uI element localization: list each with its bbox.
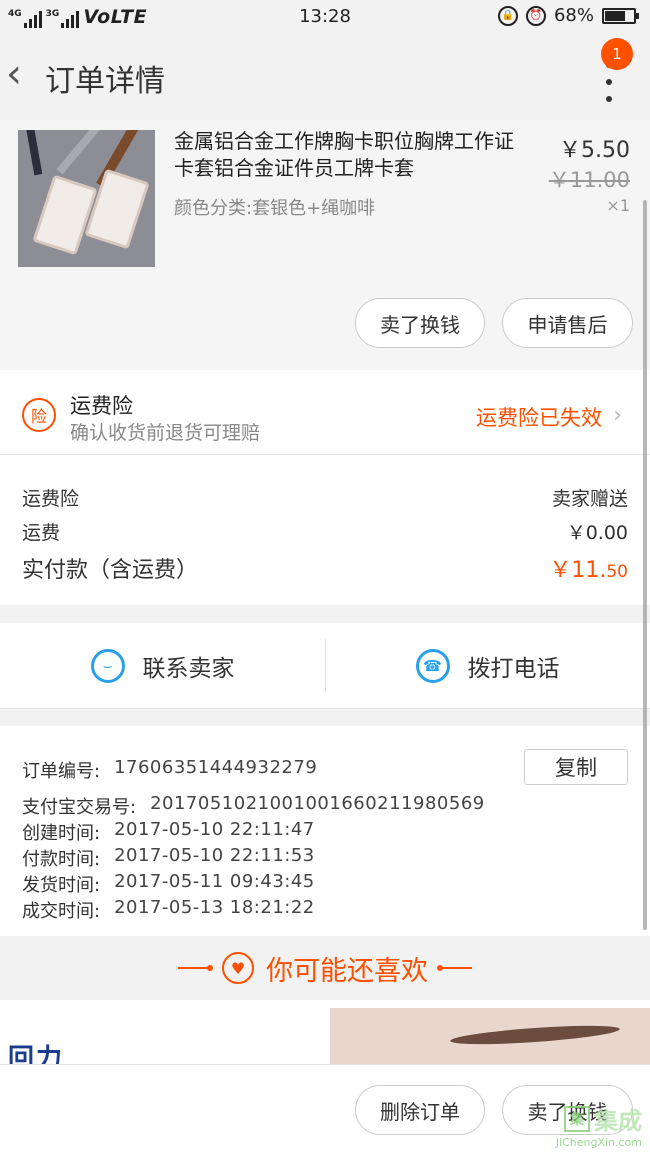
total-label: 实付款（含运费） bbox=[22, 558, 199, 583]
total-row: 实付款（含运费） ￥11.50 bbox=[22, 552, 628, 584]
total-cents: 50 bbox=[606, 562, 628, 582]
info-label: 订单编号: bbox=[22, 761, 101, 782]
fee-value: ￥0.00 bbox=[566, 522, 628, 544]
info-value: 2017-05-10 22:11:53 bbox=[114, 845, 315, 866]
brand-logo: 回力 bbox=[8, 1044, 65, 1064]
back-chevron-icon[interactable]: ‹ bbox=[6, 54, 22, 94]
order-number-row: 订单编号: 17606351444932279 bbox=[22, 757, 317, 783]
contact-seller-button[interactable]: ⌣ 联系卖家 bbox=[0, 623, 325, 709]
recommend-items-strip[interactable]: 回力 bbox=[0, 1000, 650, 1064]
info-label: 创建时间: bbox=[22, 823, 101, 844]
product-section: 金属铝合金工作牌胸卡职位胸牌工作证卡套铝合金证件员工牌卡套 颜色分类:套银色+绳… bbox=[0, 120, 650, 370]
watermark-url: JiChengXin.com bbox=[555, 1136, 642, 1149]
chevron-right-icon: › bbox=[613, 403, 622, 428]
info-value: 17606351444932279 bbox=[114, 757, 318, 778]
chat-face-icon: ⌣ bbox=[90, 649, 125, 683]
status-icons: 🔒 ⏰ 68% bbox=[497, 5, 639, 26]
divider-line bbox=[178, 965, 213, 971]
divider-line bbox=[437, 965, 472, 971]
product-thumbnail[interactable] bbox=[18, 130, 155, 267]
fees-section: 运费险 卖家赠送 运费 ￥0.00 实付款（含运费） ￥11.50 bbox=[0, 455, 650, 605]
watermark-logo: 集 集成 bbox=[564, 1101, 642, 1136]
delete-order-button[interactable]: 删除订单 bbox=[355, 1085, 485, 1135]
info-label: 成交时间: bbox=[22, 901, 101, 922]
info-label: 发货时间: bbox=[22, 875, 101, 896]
phone-icon: ☎ bbox=[415, 649, 450, 683]
order-info-section: 订单编号: 17606351444932279 复制 支付宝交易号: 20170… bbox=[0, 726, 650, 936]
created-time-row: 创建时间: 2017-05-10 22:11:47 bbox=[22, 819, 315, 845]
total-main: ￥11. bbox=[549, 558, 607, 583]
insurance-status: 运费险已失效 bbox=[476, 406, 602, 430]
watermark: 集 集成 JiChengXin.com bbox=[556, 1101, 642, 1149]
info-label: 支付宝交易号: bbox=[22, 797, 137, 818]
paid-time-row: 付款时间: 2017-05-10 22:11:53 bbox=[22, 845, 315, 871]
recommend-title: 你可能还喜欢 bbox=[266, 955, 428, 987]
scrollbar[interactable] bbox=[643, 200, 647, 930]
total-amount: ￥11.50 bbox=[549, 552, 628, 584]
contact-bar: ⌣ 联系卖家 ☎ 拨打电话 bbox=[0, 623, 650, 709]
insurance-title: 运费险 bbox=[70, 394, 133, 418]
page-title: 订单详情 bbox=[45, 64, 165, 99]
call-phone-label: 拨打电话 bbox=[467, 656, 560, 682]
bottom-action-bar: 删除订单 卖了换钱 集 集成 JiChengXin.com bbox=[0, 1064, 650, 1155]
product-name[interactable]: 金属铝合金工作牌胸卡职位胸牌工作证卡套铝合金证件员工牌卡套 bbox=[174, 128, 524, 182]
info-label: 付款时间: bbox=[22, 849, 101, 870]
product-price: ￥5.50 bbox=[559, 138, 630, 163]
call-phone-button[interactable]: ☎ 拨打电话 bbox=[325, 623, 650, 709]
shipped-time-row: 发货时间: 2017-05-11 09:43:45 bbox=[22, 871, 315, 897]
status-bar: 4G 3G VoLTE 13:28 🔒 ⏰ 68% bbox=[0, 0, 650, 34]
rotation-lock-icon: 🔒 bbox=[497, 5, 518, 26]
alarm-icon: ⏰ bbox=[525, 5, 546, 26]
info-value: 2017051021001001660211980569 bbox=[150, 793, 485, 814]
battery-percent: 68% bbox=[553, 5, 594, 26]
notification-badge: 1 bbox=[601, 38, 633, 70]
completed-time-row: 成交时间: 2017-05-13 18:21:22 bbox=[22, 897, 315, 923]
battery-icon bbox=[602, 7, 639, 24]
copy-button[interactable]: 复制 bbox=[524, 749, 628, 785]
fee-row: 运费 ￥0.00 bbox=[22, 518, 628, 545]
alipay-number-row: 支付宝交易号: 2017051021001001660211980569 bbox=[22, 793, 485, 819]
sell-for-cash-button[interactable]: 卖了换钱 bbox=[355, 298, 485, 348]
product-spec: 颜色分类:套银色+绳咖啡 bbox=[174, 198, 376, 219]
order-detail-page: 4G 3G VoLTE 13:28 🔒 ⏰ 68% ‹ 订单详情 1 金属铝合金… bbox=[0, 0, 650, 1155]
product-original-price: ￥11.00 bbox=[548, 168, 630, 192]
info-value: 2017-05-10 22:11:47 bbox=[114, 819, 315, 840]
fee-label: 运费险 bbox=[22, 488, 80, 510]
heart-icon: ♥ bbox=[222, 952, 254, 984]
contact-seller-label: 联系卖家 bbox=[142, 656, 235, 682]
watermark-logo-text: 集成 bbox=[594, 1107, 642, 1135]
recommend-header: ♥ 你可能还喜欢 bbox=[0, 936, 650, 1000]
insurance-subtitle: 确认收货前退货可理赔 bbox=[70, 422, 261, 444]
fee-value: 卖家赠送 bbox=[551, 488, 628, 510]
watermark-icon: 集 bbox=[564, 1105, 590, 1132]
fee-row: 运费险 卖家赠送 bbox=[22, 484, 628, 511]
fee-label: 运费 bbox=[22, 522, 61, 544]
product-image[interactable] bbox=[330, 1008, 650, 1064]
after-sale-button[interactable]: 申请售后 bbox=[502, 298, 633, 348]
insurance-icon: 险 bbox=[22, 398, 56, 432]
info-value: 2017-05-11 09:43:45 bbox=[114, 871, 315, 892]
nav-header: ‹ 订单详情 1 bbox=[0, 34, 650, 120]
shipping-insurance-row[interactable]: 险 运费险 确认收货前退货可理赔 运费险已失效 › bbox=[0, 370, 650, 455]
product-quantity: ×1 bbox=[606, 196, 630, 215]
info-value: 2017-05-13 18:21:22 bbox=[114, 897, 315, 918]
